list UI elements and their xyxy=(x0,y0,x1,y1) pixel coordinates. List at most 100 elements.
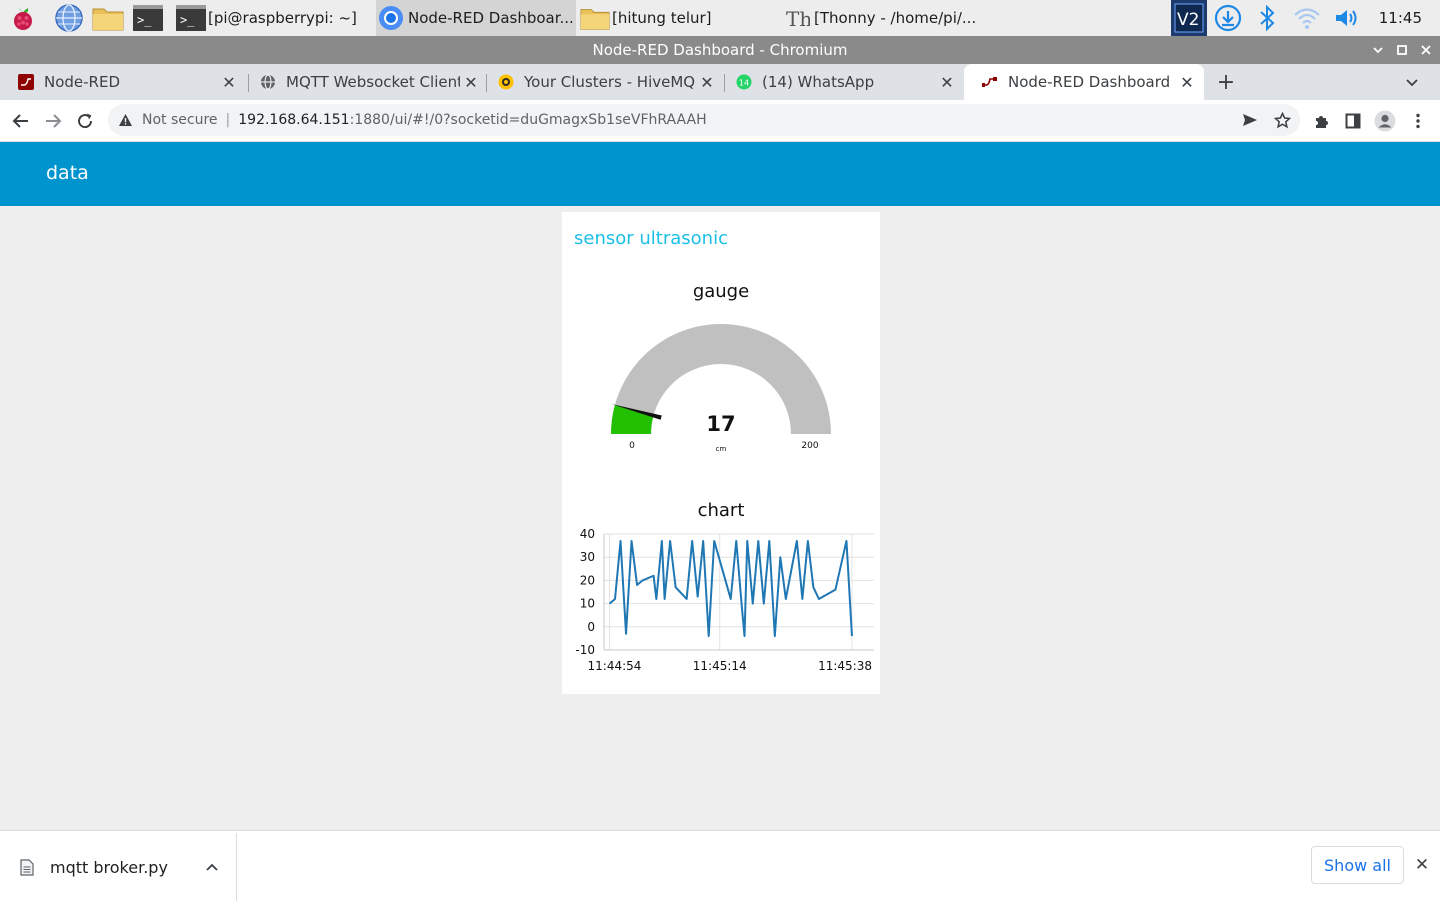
chart-grid xyxy=(603,533,874,651)
clock: 11:45 xyxy=(1378,9,1422,27)
chart-y-tick-label: 30 xyxy=(580,550,595,564)
bookmark-star-icon[interactable] xyxy=(1270,108,1294,132)
browser-menu-icon[interactable] xyxy=(1403,106,1433,136)
tab-whatsapp[interactable]: 14 (14) WhatsApp ✕ xyxy=(718,64,964,100)
new-tab-icon[interactable]: + xyxy=(1212,68,1240,96)
close-window-icon[interactable] xyxy=(1414,36,1438,64)
node-red-icon xyxy=(18,74,34,90)
hivemq-icon xyxy=(498,74,514,90)
chart-x-tick-label: 11:45:14 xyxy=(693,659,747,673)
tab-label: Node-RED Dashboard xyxy=(1008,73,1171,91)
address-bar[interactable]: Not secure | 192.168.64.151:1880/ui/#!/0… xyxy=(108,104,1300,136)
tab-close-icon[interactable]: ✕ xyxy=(936,71,958,93)
chart-series xyxy=(608,539,853,638)
globe-icon xyxy=(260,74,276,90)
chromium-icon xyxy=(376,3,406,33)
whatsapp-icon: 14 xyxy=(736,74,752,90)
dashboard-tab-title: data xyxy=(46,162,89,184)
tab-label: MQTT Websocket Client xyxy=(286,73,460,91)
chevron-up-icon[interactable] xyxy=(202,863,222,871)
gauge-min-label: 0 xyxy=(629,441,635,451)
volume-icon[interactable] xyxy=(1330,0,1364,36)
svg-text:>_: >_ xyxy=(180,13,195,27)
gauge-value: 17 xyxy=(706,412,735,436)
wifi-icon[interactable] xyxy=(1290,0,1324,36)
group-title: sensor ultrasonic xyxy=(574,228,728,249)
task-terminal[interactable]: >_ [pi@raspberrypi: ~] xyxy=(176,0,372,36)
chart-x-tick-label: 11:44:54 xyxy=(588,659,642,673)
tab-mqtt-websocket-client[interactable]: MQTT Websocket Client ✕ xyxy=(242,64,488,100)
side-panel-icon[interactable] xyxy=(1338,106,1368,136)
tab-label: Node-RED xyxy=(44,73,121,91)
node-red-dashboard-icon xyxy=(982,74,998,90)
url-path: :1880/ui/#!/0?socketid=duGmagxSb1seVFhRA… xyxy=(349,112,707,128)
gauge-max-label: 200 xyxy=(801,441,818,451)
raspberry-menu-icon[interactable] xyxy=(6,3,40,33)
svg-text:>_: >_ xyxy=(137,13,152,27)
task-label: [hitung telur] xyxy=(612,9,712,27)
svg-text:V2: V2 xyxy=(1177,10,1199,30)
tab-close-icon[interactable]: ✕ xyxy=(460,71,482,93)
task-chromium[interactable]: Node-RED Dashboar... xyxy=(376,0,576,36)
update-download-icon[interactable] xyxy=(1210,0,1246,36)
send-to-devices-icon[interactable] xyxy=(1238,108,1262,132)
chart-y-tick-label: 40 xyxy=(580,527,595,541)
reload-icon[interactable] xyxy=(70,106,100,136)
back-arrow-icon[interactable] xyxy=(6,106,36,136)
tab-hivemq[interactable]: Your Clusters - HiveMQ C ✕ xyxy=(480,64,726,100)
tab-close-icon[interactable]: ✕ xyxy=(218,71,240,93)
not-secure-warning-icon[interactable] xyxy=(118,113,134,127)
thonny-icon: Th xyxy=(782,3,812,33)
file-manager-icon[interactable] xyxy=(90,3,126,33)
svg-text:14: 14 xyxy=(739,79,749,88)
chart-y-axis: 40 30 20 10 0 -10 xyxy=(575,527,595,657)
bluetooth-icon[interactable] xyxy=(1252,0,1282,36)
terminal-launcher-icon[interactable]: >_ xyxy=(132,3,164,33)
task-file-manager[interactable]: [hitung telur] xyxy=(580,0,776,36)
downloads-shelf: mqtt broker.py Show all ✕ xyxy=(0,830,1440,901)
gauge-title: gauge xyxy=(692,281,750,302)
tab-node-red-dashboard[interactable]: Node-RED Dashboard ✕ xyxy=(964,64,1204,100)
chart-x-axis: 11:44:54 11:45:14 11:45:38 xyxy=(588,659,872,673)
task-label: [Thonny - /home/pi/... xyxy=(814,9,977,27)
web-browser-icon[interactable] xyxy=(52,3,86,33)
tab-node-red[interactable]: Node-RED ✕ xyxy=(0,64,246,100)
minimize-icon[interactable] xyxy=(1366,36,1390,64)
task-label: Node-RED Dashboar... xyxy=(408,9,574,27)
chart-y-tick-label: 0 xyxy=(587,620,595,634)
vnc-icon[interactable]: V2 xyxy=(1171,0,1207,36)
chart-x-tick-label: 11:45:38 xyxy=(818,659,872,673)
url-host: 192.168.64.151 xyxy=(238,112,350,128)
chart-title: chart xyxy=(697,500,745,521)
gauge-widget: 17 cm 0 200 xyxy=(611,324,831,453)
not-secure-label[interactable]: Not secure xyxy=(142,112,218,128)
svg-text:Th: Th xyxy=(786,7,810,31)
close-shelf-icon[interactable]: ✕ xyxy=(1410,853,1434,877)
omnibox-divider: | xyxy=(225,112,231,128)
tab-close-icon[interactable]: ✕ xyxy=(696,71,718,93)
file-icon xyxy=(20,858,38,876)
tab-label: (14) WhatsApp xyxy=(762,73,875,91)
download-file-name: mqtt broker.py xyxy=(50,857,168,877)
dashboard-body: sensor ultrasonic gauge 17 cm 0 200 char… xyxy=(0,206,1440,830)
line-chart: 40 30 20 10 0 -10 11:44:54 11:45:14 11:45:38 xyxy=(575,527,874,673)
forward-arrow-icon[interactable] xyxy=(38,106,68,136)
window-title: Node-RED Dashboard - Chromium xyxy=(0,36,1440,64)
task-thonny[interactable]: Th [Thonny - /home/pi/... xyxy=(782,0,982,36)
show-all-button[interactable]: Show all xyxy=(1311,846,1404,884)
chart-series-line xyxy=(608,539,853,638)
tab-search-chevron-icon[interactable] xyxy=(1398,68,1426,96)
download-item[interactable]: mqtt broker.py xyxy=(0,833,237,901)
tab-close-icon[interactable]: ✕ xyxy=(1176,71,1198,93)
folder-icon xyxy=(580,3,610,33)
extensions-puzzle-icon[interactable] xyxy=(1306,106,1336,136)
profile-avatar-icon[interactable] xyxy=(1370,106,1400,136)
gauge-units: cm xyxy=(716,445,727,453)
task-label: [pi@raspberrypi: ~] xyxy=(208,9,357,27)
maximize-icon[interactable] xyxy=(1390,36,1414,64)
taskbar: >_ >_ [pi@raspberrypi: ~] Node-RED Dashb… xyxy=(0,0,1440,36)
chart-y-tick-label: -10 xyxy=(575,643,595,657)
tab-label: Your Clusters - HiveMQ C xyxy=(524,73,696,91)
browser-toolbar: Not secure | 192.168.64.151:1880/ui/#!/0… xyxy=(0,100,1440,142)
chart-y-tick-label: 10 xyxy=(580,597,595,611)
